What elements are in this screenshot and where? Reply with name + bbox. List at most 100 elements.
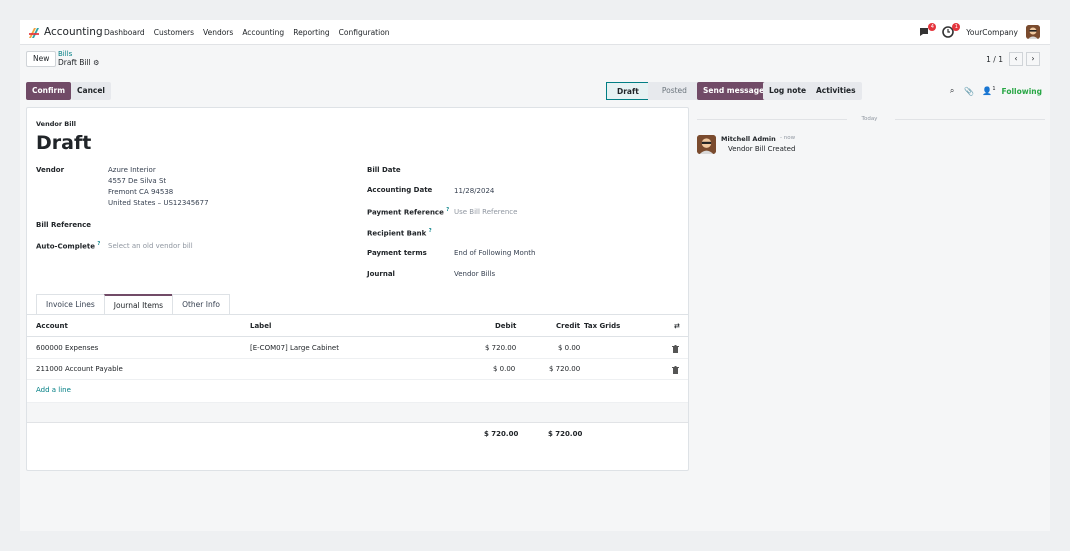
payment-reference-label-text: Payment Reference xyxy=(367,208,444,217)
row-credit: $ 720.00 xyxy=(549,365,581,373)
row-account: 600000 Expenses xyxy=(36,344,99,352)
stage-posted[interactable]: Posted xyxy=(647,82,698,100)
gear-icon[interactable]: ⚙ xyxy=(93,59,99,67)
empty-row xyxy=(27,402,688,423)
activity-badge: 1 xyxy=(952,23,961,31)
send-message-button[interactable]: Send message xyxy=(697,82,771,100)
bill-date-label: Bill Date xyxy=(367,166,401,174)
cancel-button[interactable]: Cancel xyxy=(71,82,112,100)
row-debit: $ 0.00 xyxy=(493,365,516,373)
menu-dashboard[interactable]: Dashboard xyxy=(104,28,145,37)
table-row[interactable]: 600000 Expenses [E-COM07] Large Cabinet … xyxy=(27,338,688,359)
journal-label: Journal xyxy=(367,270,395,278)
menu-vendors[interactable]: Vendors xyxy=(203,28,233,37)
col-tax-grids[interactable]: Tax Grids xyxy=(584,322,620,330)
row-label: [E-COM07] Large Cabinet xyxy=(250,344,339,352)
trash-icon[interactable] xyxy=(672,345,679,353)
breadcrumb-bills[interactable]: Bills xyxy=(58,50,72,58)
trash-icon[interactable] xyxy=(672,366,679,374)
total-credit: $ 720.00 xyxy=(548,430,583,438)
help-icon[interactable]: ? xyxy=(446,207,449,213)
table-header: Account Label Debit Credit Tax Grids ⇄ xyxy=(27,315,688,337)
paperclip-icon[interactable]: 📎 xyxy=(964,87,974,96)
accounting-logo-icon[interactable] xyxy=(28,27,40,39)
accounting-date-label: Accounting Date xyxy=(367,186,433,194)
auto-complete-input[interactable]: Select an old vendor bill xyxy=(108,242,193,250)
message-author[interactable]: Mitchell Admin xyxy=(721,135,776,143)
message-body: Vendor Bill Created xyxy=(728,145,796,153)
confirm-button[interactable]: Confirm xyxy=(26,82,72,100)
auto-complete-label-text: Auto-Complete xyxy=(36,242,95,251)
breadcrumb-current-label: Draft Bill xyxy=(58,58,91,67)
activity-clock-icon[interactable]: 1 xyxy=(942,23,961,39)
payment-reference-label: Payment Reference ? xyxy=(367,207,449,216)
vendor-label: Vendor xyxy=(36,166,65,174)
tab-invoice-lines[interactable]: Invoice Lines xyxy=(36,294,105,314)
vendor-address-line1: 4557 De Silva St xyxy=(108,177,167,185)
company-switcher[interactable]: YourCompany xyxy=(966,28,1018,37)
row-account: 211000 Account Payable xyxy=(36,365,123,373)
new-button[interactable]: New xyxy=(26,51,57,67)
recipient-bank-label-text: Recipient Bank xyxy=(367,229,427,238)
col-credit[interactable]: Credit xyxy=(556,322,580,330)
search-icon[interactable]: ⌕ xyxy=(950,86,954,96)
payment-reference-input[interactable]: Use Bill Reference xyxy=(454,208,517,216)
notebook-tabs: Invoice Lines Journal Items Other Info xyxy=(36,294,230,314)
row-credit: $ 0.00 xyxy=(558,344,581,352)
vendor-name[interactable]: Azure Interior xyxy=(108,166,156,174)
pager-next-icon[interactable]: › xyxy=(1026,52,1040,66)
stage-draft[interactable]: Draft xyxy=(606,82,649,100)
menu-customers[interactable]: Customers xyxy=(154,28,194,37)
message-time: - now xyxy=(780,135,796,141)
optional-columns-icon[interactable]: ⇄ xyxy=(674,322,680,330)
chatter: Send message Log note Activities ⌕ 📎 👤1 … xyxy=(697,82,1050,482)
systray: 4 1 YourCompany xyxy=(918,23,1040,39)
col-label[interactable]: Label xyxy=(250,322,271,330)
help-icon[interactable]: ? xyxy=(429,228,432,234)
followers-icon[interactable]: 👤1 xyxy=(982,86,995,96)
log-note-button[interactable]: Log note xyxy=(763,82,813,100)
document-title: Draft xyxy=(36,132,92,154)
breadcrumb-current: Draft Bill ⚙ xyxy=(58,58,99,67)
accounting-date-field[interactable]: 11/28/2024 xyxy=(454,187,494,195)
payment-terms-label: Payment terms xyxy=(367,249,427,257)
menu-configuration[interactable]: Configuration xyxy=(339,28,390,37)
col-account[interactable]: Account xyxy=(36,322,68,330)
document-type: Vendor Bill xyxy=(36,120,76,128)
app-name[interactable]: Accounting xyxy=(44,26,103,38)
payment-terms-field[interactable]: End of Following Month xyxy=(454,249,535,257)
journal-field[interactable]: Vendor Bills xyxy=(454,270,495,278)
add-line-link[interactable]: Add a line xyxy=(36,386,71,394)
status-bar: Confirm Cancel Draft Posted xyxy=(26,82,698,100)
help-icon[interactable]: ? xyxy=(97,241,100,247)
pager-value[interactable]: 1 / 1 xyxy=(986,55,1003,64)
user-avatar[interactable] xyxy=(1026,25,1040,39)
discuss-chat-icon[interactable]: 4 xyxy=(918,23,937,39)
table-row[interactable]: 211000 Account Payable $ 0.00 $ 720.00 xyxy=(27,359,688,380)
total-debit: $ 720.00 xyxy=(484,430,519,438)
activities-button[interactable]: Activities xyxy=(810,82,862,100)
chat-badge: 4 xyxy=(928,23,937,31)
auto-complete-label: Auto-Complete ? xyxy=(36,241,100,250)
recipient-bank-label: Recipient Bank ? xyxy=(367,228,432,237)
vendor-address-line3: United States – US12345677 xyxy=(108,199,209,207)
main-menu: Dashboard Customers Vendors Accounting R… xyxy=(104,28,399,37)
pager: 1 / 1 ‹ › xyxy=(986,52,1040,66)
bill-reference-label: Bill Reference xyxy=(36,221,91,229)
vendor-address-line2: Fremont CA 94538 xyxy=(108,188,174,196)
status-stages: Draft Posted xyxy=(606,82,698,100)
col-debit[interactable]: Debit xyxy=(495,322,516,330)
author-avatar[interactable] xyxy=(697,135,716,154)
tab-journal-items[interactable]: Journal Items xyxy=(103,294,174,314)
menu-accounting[interactable]: Accounting xyxy=(242,28,284,37)
menu-reporting[interactable]: Reporting xyxy=(293,28,329,37)
following-button[interactable]: Following xyxy=(1002,87,1042,96)
form-sheet: Vendor Bill Draft Vendor Azure Interior … xyxy=(26,107,689,471)
control-panel: New Bills Draft Bill ⚙ 1 / 1 ‹ › xyxy=(20,45,1050,73)
today-separator: Today xyxy=(861,116,878,122)
top-navbar: Accounting Dashboard Customers Vendors A… xyxy=(20,20,1050,45)
tab-other-info[interactable]: Other Info xyxy=(172,294,230,314)
row-debit: $ 720.00 xyxy=(485,344,517,352)
followers-count: 1 xyxy=(992,86,996,93)
pager-previous-icon[interactable]: ‹ xyxy=(1009,52,1023,66)
